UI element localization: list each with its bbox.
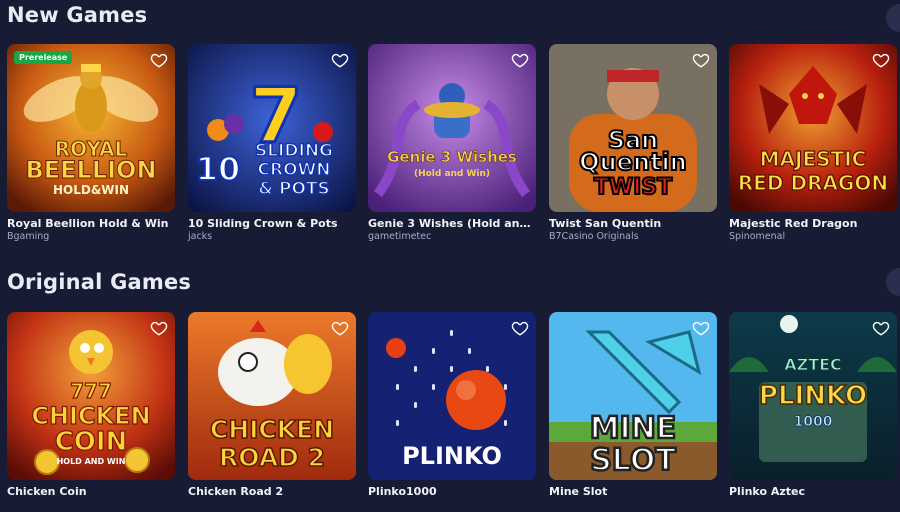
game-provider: gametimetec: [368, 231, 432, 242]
game-provider: Bgaming: [7, 231, 50, 242]
svg-text:Quentin: Quentin: [579, 148, 687, 176]
game-card-10-sliding-crown[interactable]: 7 10 SLIDING CROWN & POTS 10 Sliding Cro…: [188, 44, 356, 242]
new-games-row: ROYAL BEELLION HOLD&WIN Prerelease Royal…: [7, 44, 900, 244]
game-thumbnail[interactable]: ROYAL BEELLION HOLD&WIN Prerelease: [7, 44, 175, 212]
heart-outline-icon[interactable]: [511, 319, 529, 337]
heart-outline-icon[interactable]: [692, 319, 710, 337]
game-thumbnail[interactable]: MINE SLOT: [549, 312, 717, 480]
svg-text:MAJESTIC: MAJESTIC: [760, 147, 867, 171]
heart-outline-icon[interactable]: [511, 51, 529, 69]
game-name: Plinko Aztec: [729, 485, 805, 498]
svg-text:COIN: COIN: [55, 427, 128, 457]
game-card-mine-slot[interactable]: MINE SLOT Mine Slot: [549, 312, 717, 498]
svg-text:Genie 3 Wishes: Genie 3 Wishes: [387, 148, 517, 166]
svg-text:MINE: MINE: [590, 411, 677, 446]
game-name: Plinko1000: [368, 485, 437, 498]
svg-text:(Hold and Win): (Hold and Win): [414, 169, 490, 179]
game-thumbnail[interactable]: Genie 3 Wishes (Hold and Win): [368, 44, 536, 212]
svg-text:777: 777: [70, 379, 112, 403]
original-games-row: 777 CHICKEN COIN HOLD AND WIN Chicken Co…: [7, 312, 900, 512]
svg-text:RED DRAGON: RED DRAGON: [738, 171, 888, 195]
game-thumbnail[interactable]: 777 CHICKEN COIN HOLD AND WIN: [7, 312, 175, 480]
game-card-plinko-aztec[interactable]: AZTEC PLINKO 1000 Plinko Aztec: [729, 312, 897, 498]
game-thumbnail[interactable]: San Quentin TWIST: [549, 44, 717, 212]
game-thumbnail[interactable]: CHICKEN ROAD 2: [188, 312, 356, 480]
game-name: Genie 3 Wishes (Hold and ...: [368, 217, 536, 230]
svg-text:HOLD AND WIN: HOLD AND WIN: [57, 457, 126, 466]
game-name: Chicken Coin: [7, 485, 87, 498]
scroll-right-button[interactable]: [886, 4, 900, 32]
svg-text:TWIST: TWIST: [594, 175, 672, 200]
game-name: 10 Sliding Crown & Pots: [188, 217, 338, 230]
prerelease-badge: Prerelease: [14, 51, 73, 64]
game-card-majestic-red-dragon[interactable]: MAJESTIC RED DRAGON Majestic Red Dragon …: [729, 44, 897, 242]
svg-text:PLINKO: PLINKO: [759, 381, 867, 411]
svg-text:SLOT: SLOT: [590, 443, 676, 478]
heart-outline-icon[interactable]: [331, 319, 349, 337]
svg-text:AZTEC: AZTEC: [784, 355, 842, 374]
game-thumbnail[interactable]: 7 10 SLIDING CROWN & POTS: [188, 44, 356, 212]
game-thumbnail[interactable]: AZTEC PLINKO 1000: [729, 312, 897, 480]
heart-outline-icon[interactable]: [692, 51, 710, 69]
svg-text:& POTS: & POTS: [258, 179, 330, 199]
svg-text:CROWN: CROWN: [258, 160, 331, 180]
svg-text:HOLD&WIN: HOLD&WIN: [53, 183, 129, 197]
game-name: Chicken Road 2: [188, 485, 284, 498]
svg-text:SLIDING: SLIDING: [255, 141, 333, 161]
game-card-chicken-coin[interactable]: 777 CHICKEN COIN HOLD AND WIN Chicken Co…: [7, 312, 175, 498]
heart-outline-icon[interactable]: [150, 319, 168, 337]
game-thumbnail[interactable]: PLINKO: [368, 312, 536, 480]
game-card-twist-san-quentin[interactable]: San Quentin TWIST Twist San Quentin B7Ca…: [549, 44, 717, 242]
svg-text:CHICKEN: CHICKEN: [31, 402, 150, 430]
section-title-new-games: New Games: [7, 3, 148, 27]
scroll-right-button[interactable]: [886, 268, 900, 296]
game-card-chicken-road-2[interactable]: CHICKEN ROAD 2 Chicken Road 2: [188, 312, 356, 498]
heart-outline-icon[interactable]: [150, 51, 168, 69]
game-card-genie-3-wishes[interactable]: Genie 3 Wishes (Hold and Win) Genie 3 Wi…: [368, 44, 536, 242]
svg-text:ROAD 2: ROAD 2: [219, 443, 325, 472]
game-provider: B7Casino Originals: [549, 231, 639, 242]
game-name: Royal Beellion Hold & Win: [7, 217, 169, 230]
heart-outline-icon[interactable]: [872, 51, 890, 69]
svg-text:1000: 1000: [794, 414, 833, 430]
svg-text:PLINKO: PLINKO: [402, 442, 502, 470]
game-provider: Spinomenal: [729, 231, 786, 242]
game-provider: jacks: [188, 231, 213, 242]
game-name: Majestic Red Dragon: [729, 217, 858, 230]
game-card-royal-beellion[interactable]: ROYAL BEELLION HOLD&WIN Prerelease Royal…: [7, 44, 175, 242]
svg-text:10: 10: [196, 150, 241, 188]
game-name: Mine Slot: [549, 485, 608, 498]
game-name: Twist San Quentin: [549, 217, 662, 230]
heart-outline-icon[interactable]: [331, 51, 349, 69]
game-card-plinko1000[interactable]: PLINKO Plinko1000: [368, 312, 536, 498]
section-title-original-games: Original Games: [7, 270, 192, 294]
svg-text:CHICKEN: CHICKEN: [210, 415, 334, 444]
svg-text:BEELLION: BEELLION: [25, 156, 156, 184]
game-thumbnail[interactable]: MAJESTIC RED DRAGON: [729, 44, 897, 212]
heart-outline-icon[interactable]: [872, 319, 890, 337]
